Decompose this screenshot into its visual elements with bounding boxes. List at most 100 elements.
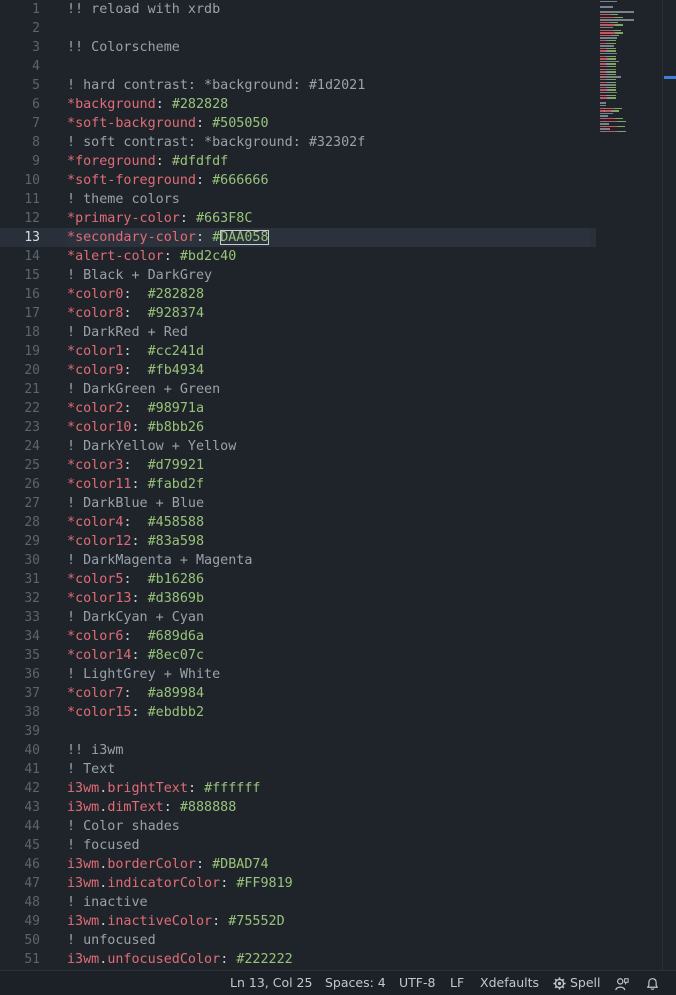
feedback-button[interactable] <box>615 971 629 995</box>
line-content[interactable]: !! reload with xrdb <box>67 0 590 19</box>
code-line[interactable]: 14 *alert-color: #bd2c40 <box>0 247 596 266</box>
indentation-setting[interactable]: Spaces: 4 <box>325 971 386 995</box>
line-content[interactable]: i3wm.borderColor: #DBAD74 <box>67 855 590 874</box>
code-line[interactable]: 41 ! Text <box>0 760 596 779</box>
code-line[interactable]: 11 ! theme colors <box>0 190 596 209</box>
code-line[interactable]: 28 *color4: #458588 <box>0 513 596 532</box>
language-mode[interactable]: Xdefaults <box>480 971 539 995</box>
line-content[interactable]: *color11: #fabd2f <box>67 475 590 494</box>
minimap[interactable] <box>598 0 662 970</box>
code-editor[interactable]: 1!! reload with xrdb 2 3!! Colorscheme 4 5! … <box>0 0 596 970</box>
line-content[interactable]: !! Colorscheme <box>67 38 590 57</box>
line-content[interactable]: ! unfocused <box>67 931 590 950</box>
line-content[interactable]: *color5: #b16286 <box>67 570 590 589</box>
code-line[interactable]: 4 <box>0 57 596 76</box>
line-content[interactable]: i3wm.dimText: #888888 <box>67 798 590 817</box>
code-line[interactable]: 7 *soft-background: #505050 <box>0 114 596 133</box>
code-line[interactable]: 1 !! reload with xrdb <box>0 0 596 19</box>
code-line[interactable]: 36 ! LightGrey + White <box>0 665 596 684</box>
code-line[interactable]: 23 *color10: #b8bb26 <box>0 418 596 437</box>
code-line[interactable]: 46 i3wm.borderColor: #DBAD74 <box>0 855 596 874</box>
code-line[interactable]: 12 *primary-color: #663F8C <box>0 209 596 228</box>
line-content[interactable]: *soft-foreground: #666666 <box>67 171 590 190</box>
code-line[interactable]: 25 *color3: #d79921 <box>0 456 596 475</box>
code-line[interactable]: 18 ! DarkRed + Red <box>0 323 596 342</box>
line-content[interactable]: *soft-background: #505050 <box>67 114 590 133</box>
code-line[interactable]: 27 ! DarkBlue + Blue <box>0 494 596 513</box>
line-content[interactable]: *color15: #ebdbb2 <box>67 703 590 722</box>
code-line[interactable]: 15 ! Black + DarkGrey <box>0 266 596 285</box>
line-content[interactable]: *primary-color: #663F8C <box>67 209 590 228</box>
line-content[interactable]: *color14: #8ec07c <box>67 646 590 665</box>
code-line[interactable]: 20 *color9: #fb4934 <box>0 361 596 380</box>
cursor-position[interactable]: Ln 13, Col 25 <box>230 971 312 995</box>
code-line[interactable]: 3 !! Colorscheme <box>0 38 596 57</box>
code-line[interactable]: 2 <box>0 19 596 38</box>
vertical-scrollbar[interactable] <box>662 0 676 970</box>
line-content[interactable]: ! soft contrast: *background: #32302f <box>67 133 590 152</box>
line-content[interactable]: i3wm.indicatorColor: #FF9819 <box>67 874 590 893</box>
code-line[interactable]: 51 i3wm.unfocusedColor: #222222 <box>0 950 596 969</box>
code-line[interactable]: 42 i3wm.brightText: #ffffff <box>0 779 596 798</box>
line-content[interactable]: *foreground: #dfdfdf <box>67 152 590 171</box>
code-line[interactable]: 44 ! Color shades <box>0 817 596 836</box>
code-line[interactable]: 34 *color6: #689d6a <box>0 627 596 646</box>
spell-button[interactable]: Spell <box>553 971 601 995</box>
encoding-setting[interactable]: UTF-8 <box>399 971 435 995</box>
code-line[interactable]: 48 ! inactive <box>0 893 596 912</box>
code-line[interactable]: 19 *color1: #cc241d <box>0 342 596 361</box>
line-content[interactable]: ! Black + DarkGrey <box>67 266 590 285</box>
line-content[interactable]: *color12: #83a598 <box>67 532 590 551</box>
line-content[interactable]: *color0: #282828 <box>67 285 590 304</box>
line-content[interactable]: *color7: #a89984 <box>67 684 590 703</box>
line-content[interactable]: ! hard contrast: *background: #1d2021 <box>67 76 590 95</box>
line-content[interactable]: ! Text <box>67 760 590 779</box>
line-content[interactable]: ! theme colors <box>67 190 590 209</box>
line-content[interactable]: *alert-color: #bd2c40 <box>67 247 590 266</box>
line-content[interactable]: *secondary-color: #DAA058 <box>67 228 590 247</box>
line-content[interactable]: ! Color shades <box>67 817 590 836</box>
code-line[interactable]: 33 ! DarkCyan + Cyan <box>0 608 596 627</box>
notifications-button[interactable] <box>646 971 659 995</box>
code-line[interactable]: 21 ! DarkGreen + Green <box>0 380 596 399</box>
code-line[interactable]: 8 ! soft contrast: *background: #32302f <box>0 133 596 152</box>
line-content[interactable]: *color9: #fb4934 <box>67 361 590 380</box>
code-line[interactable]: 17 *color8: #928374 <box>0 304 596 323</box>
line-content[interactable]: ! DarkRed + Red <box>67 323 590 342</box>
line-content[interactable]: ! DarkGreen + Green <box>67 380 590 399</box>
line-content[interactable]: *color13: #d3869b <box>67 589 590 608</box>
line-content[interactable]: ! inactive <box>67 893 590 912</box>
code-line[interactable]: 35 *color14: #8ec07c <box>0 646 596 665</box>
code-line[interactable]: 39 <box>0 722 596 741</box>
line-content[interactable]: ! DarkCyan + Cyan <box>67 608 590 627</box>
code-line[interactable]: 6 *background: #282828 <box>0 95 596 114</box>
code-line[interactable]: 43 i3wm.dimText: #888888 <box>0 798 596 817</box>
code-line[interactable]: 5 ! hard contrast: *background: #1d2021 <box>0 76 596 95</box>
line-content[interactable]: ! focused <box>67 836 590 855</box>
line-content[interactable]: i3wm.inactiveColor: #75552D <box>67 912 590 931</box>
code-line[interactable]: 13 *secondary-color: #DAA058 <box>0 228 596 247</box>
line-content[interactable]: *color10: #b8bb26 <box>67 418 590 437</box>
code-line[interactable]: 22 *color2: #98971a <box>0 399 596 418</box>
code-line[interactable]: 32 *color13: #d3869b <box>0 589 596 608</box>
line-content[interactable]: *color4: #458588 <box>67 513 590 532</box>
line-ending-setting[interactable]: LF <box>450 971 464 995</box>
code-line[interactable]: 30 ! DarkMagenta + Magenta <box>0 551 596 570</box>
line-content[interactable]: *color1: #cc241d <box>67 342 590 361</box>
code-line[interactable]: 16 *color0: #282828 <box>0 285 596 304</box>
code-line[interactable]: 45 ! focused <box>0 836 596 855</box>
line-content[interactable]: *color8: #928374 <box>67 304 590 323</box>
code-line[interactable]: 24 ! DarkYellow + Yellow <box>0 437 596 456</box>
line-content[interactable]: ! DarkMagenta + Magenta <box>67 551 590 570</box>
code-line[interactable]: 29 *color12: #83a598 <box>0 532 596 551</box>
line-content[interactable]: *background: #282828 <box>67 95 590 114</box>
line-content[interactable]: *color6: #689d6a <box>67 627 590 646</box>
line-content[interactable]: *color3: #d79921 <box>67 456 590 475</box>
code-line[interactable]: 9 *foreground: #dfdfdf <box>0 152 596 171</box>
line-content[interactable]: ! LightGrey + White <box>67 665 590 684</box>
line-content[interactable]: !! i3wm <box>67 741 590 760</box>
code-line[interactable]: 10 *soft-foreground: #666666 <box>0 171 596 190</box>
line-content[interactable]: ! DarkBlue + Blue <box>67 494 590 513</box>
code-line[interactable]: 47 i3wm.indicatorColor: #FF9819 <box>0 874 596 893</box>
code-line[interactable]: 26 *color11: #fabd2f <box>0 475 596 494</box>
